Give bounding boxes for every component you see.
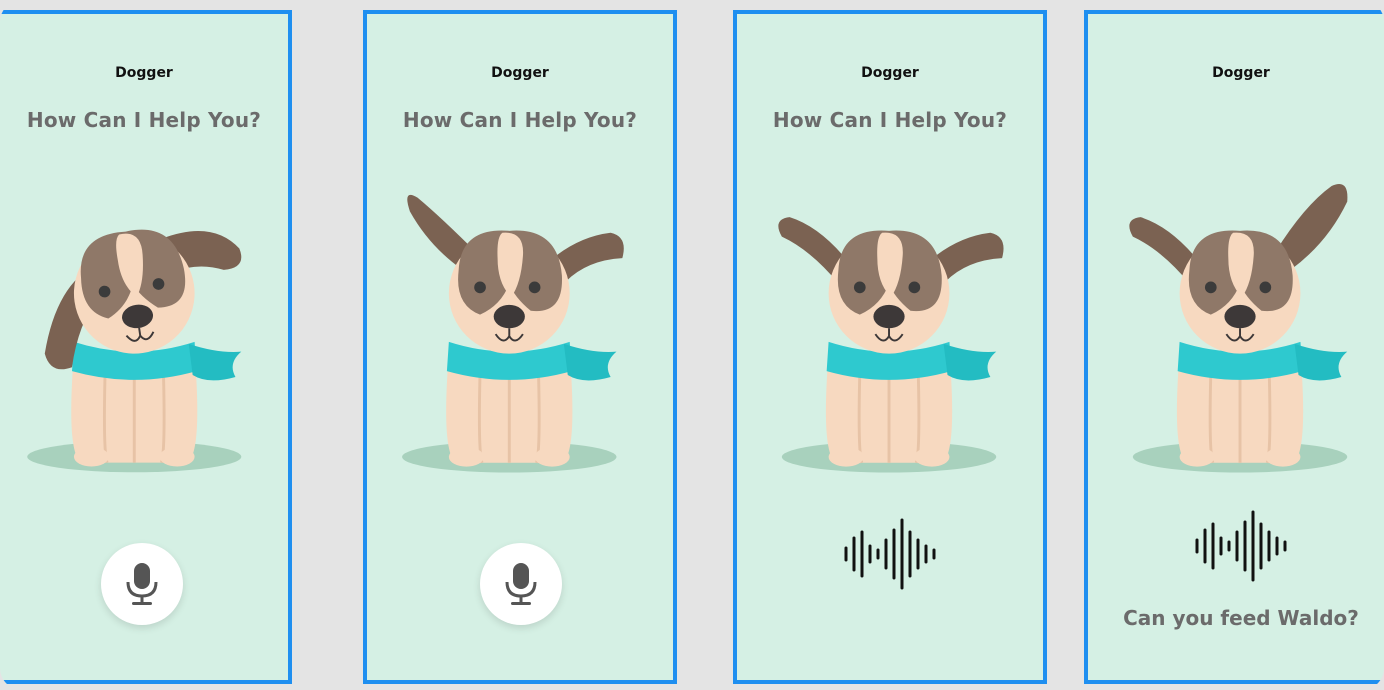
microphone-button[interactable] — [101, 543, 183, 625]
app-title: Dogger — [115, 65, 173, 81]
screen-listening: Dogger How Can I Help You? — [733, 10, 1047, 684]
app-title: Dogger — [491, 65, 549, 81]
prompt-heading: How Can I Help You? — [772, 108, 1008, 132]
screen-idle-2: Dogger How Can I Help You? — [363, 10, 677, 684]
prompt-heading: How Can I Help You? — [26, 108, 262, 132]
dog-illustration — [25, 221, 243, 474]
dog-illustration — [778, 217, 1004, 474]
sound-wave-icon — [844, 518, 936, 590]
prompt-heading: How Can I Help You? — [402, 108, 638, 132]
screen-result: Dogger Can you feed Waldo? — [1084, 10, 1384, 684]
app-title: Dogger — [1212, 65, 1270, 81]
microphone-icon — [505, 563, 537, 605]
microphone-button[interactable] — [480, 543, 562, 625]
dog-illustration — [400, 194, 624, 474]
microphone-icon — [126, 563, 158, 605]
app-title: Dogger — [861, 65, 919, 81]
sound-wave-icon — [1195, 510, 1287, 582]
dog-illustration — [1129, 184, 1349, 474]
storyboard-canvas: Dogger How Can I Help You? Dogger How Ca… — [0, 0, 1384, 690]
voice-transcript: Can you feed Waldo? — [1123, 606, 1359, 630]
screen-idle-1: Dogger How Can I Help You? — [0, 10, 292, 684]
